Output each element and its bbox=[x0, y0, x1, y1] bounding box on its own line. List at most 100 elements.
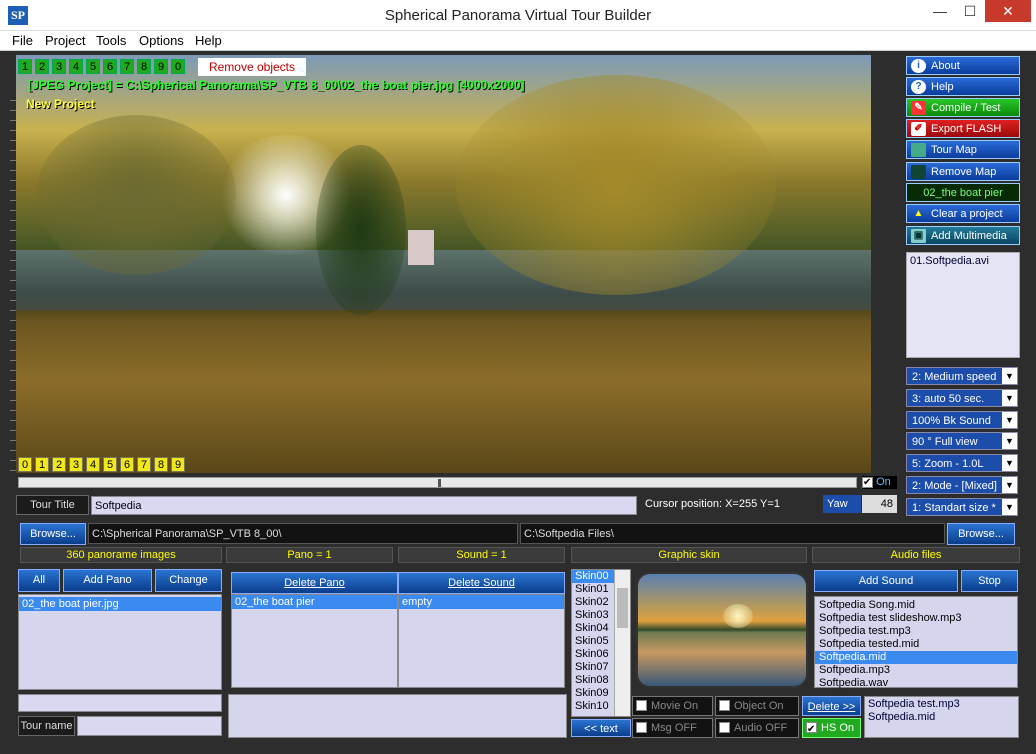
preset-9[interactable]: 9 bbox=[154, 59, 168, 74]
hotspot-6[interactable]: 6 bbox=[120, 457, 134, 472]
hotspot-2[interactable]: 2 bbox=[52, 457, 66, 472]
list-item[interactable]: 02_the boat pier bbox=[232, 595, 397, 609]
all-button[interactable]: All bbox=[18, 569, 60, 592]
auto-select[interactable]: 3: auto 50 sec. ▼ bbox=[906, 389, 1018, 407]
chevron-down-icon[interactable]: ▼ bbox=[1002, 433, 1017, 449]
audio-toggle[interactable]: Audio OFF bbox=[715, 718, 799, 738]
on-checkbox[interactable] bbox=[862, 476, 873, 489]
add-pano-button[interactable]: Add Pano bbox=[63, 569, 152, 592]
object-toggle[interactable]: Object On bbox=[715, 696, 799, 716]
pano-name-input[interactable] bbox=[18, 694, 222, 712]
chevron-down-icon[interactable]: ▼ bbox=[1002, 412, 1017, 428]
add-multimedia-button[interactable]: ▣ Add Multimedia bbox=[906, 226, 1020, 245]
zoom-select[interactable]: 5: Zoom - 1.0L ▼ bbox=[906, 454, 1018, 472]
compile-test-button[interactable]: ✎ Compile / Test bbox=[906, 98, 1020, 117]
hotspot-4[interactable]: 4 bbox=[86, 457, 100, 472]
notes-textarea[interactable] bbox=[228, 694, 567, 738]
pano-list[interactable]: 02_the boat pier.jpg bbox=[18, 594, 222, 690]
hotspot-3[interactable]: 3 bbox=[69, 457, 83, 472]
chevron-down-icon[interactable]: ▼ bbox=[1002, 455, 1017, 471]
speed-select[interactable]: 2: Medium speed ▼ bbox=[906, 367, 1018, 385]
list-item[interactable]: Softpedia.mid bbox=[868, 711, 1015, 724]
preset-5[interactable]: 5 bbox=[86, 59, 100, 74]
delete-hs-button[interactable]: Delete >> bbox=[802, 696, 861, 716]
list-item[interactable]: 02_the boat pier.jpg bbox=[19, 597, 221, 611]
pano-hotspot-list[interactable]: 02_the boat pier bbox=[231, 594, 398, 688]
menu-options[interactable]: Options bbox=[139, 31, 184, 51]
text-button[interactable]: << text bbox=[571, 719, 631, 737]
maximize-button[interactable]: ☐ bbox=[955, 0, 985, 24]
view-select[interactable]: 90 ° Full view ▼ bbox=[906, 432, 1018, 450]
size-select[interactable]: 1: Standart size * ▼ bbox=[906, 498, 1018, 516]
hotspot-9[interactable]: 9 bbox=[171, 457, 185, 472]
remove-objects-button[interactable]: Remove objects bbox=[198, 58, 306, 76]
menu-project[interactable]: Project bbox=[45, 31, 85, 51]
delete-pano-button[interactable]: Delete Pano bbox=[231, 572, 398, 594]
hotspot-7[interactable]: 7 bbox=[137, 457, 151, 472]
panorama-viewer[interactable] bbox=[16, 55, 871, 473]
preset-7[interactable]: 7 bbox=[120, 59, 134, 74]
preset-8[interactable]: 8 bbox=[137, 59, 151, 74]
scroll-thumb[interactable] bbox=[438, 479, 441, 487]
list-item[interactable]: Softpedia.wav bbox=[815, 677, 1017, 690]
change-button[interactable]: Change bbox=[155, 569, 222, 592]
chevron-down-icon[interactable]: ▼ bbox=[1002, 499, 1017, 515]
list-item[interactable]: empty bbox=[399, 595, 564, 609]
list-item[interactable]: Softpedia Song.mid bbox=[815, 599, 1017, 612]
clear-project-button[interactable]: ▲ Clear a project bbox=[906, 204, 1020, 223]
menu-tools[interactable]: Tools bbox=[96, 31, 126, 51]
list-item[interactable]: Softpedia.mp3 bbox=[815, 664, 1017, 677]
tour-name-input[interactable] bbox=[77, 716, 222, 736]
preset-6[interactable]: 6 bbox=[103, 59, 117, 74]
chevron-down-icon[interactable]: ▼ bbox=[1002, 477, 1017, 493]
add-sound-button[interactable]: Add Sound bbox=[814, 570, 958, 592]
chevron-down-icon[interactable]: ▼ bbox=[1002, 368, 1017, 384]
export-flash-button[interactable]: ✐ Export FLASH bbox=[906, 119, 1020, 138]
list-item[interactable]: Softpedia test.mp3 bbox=[815, 625, 1017, 638]
skin-scrollbar[interactable] bbox=[614, 570, 630, 716]
list-item[interactable]: Softpedia.mid bbox=[815, 651, 1017, 664]
menu-help[interactable]: Help bbox=[195, 31, 222, 51]
hotspot-sound-list[interactable]: Softpedia test.mp3 Softpedia.mid bbox=[864, 696, 1019, 738]
sound-assign-list[interactable]: empty bbox=[398, 594, 565, 688]
object-checkbox[interactable] bbox=[719, 700, 730, 711]
browse-audio-button[interactable]: Browse... bbox=[947, 523, 1015, 545]
preset-2[interactable]: 2 bbox=[35, 59, 49, 74]
browse-pano-button[interactable]: Browse... bbox=[20, 523, 86, 545]
movie-toggle[interactable]: Movie On bbox=[632, 696, 713, 716]
hotspot-5[interactable]: 5 bbox=[103, 457, 117, 472]
preset-4[interactable]: 4 bbox=[69, 59, 83, 74]
list-item[interactable]: 01.Softpedia.avi bbox=[910, 255, 1016, 267]
audio-path-field[interactable]: C:\Softpedia Files\ bbox=[520, 523, 945, 544]
pano-scrollbar[interactable] bbox=[18, 477, 857, 488]
sound-list[interactable]: Softpedia Song.mid Softpedia test slides… bbox=[814, 596, 1018, 690]
bk-sound-select[interactable]: 100% Bk Sound ▼ bbox=[906, 411, 1018, 429]
preset-3[interactable]: 3 bbox=[52, 59, 66, 74]
hotspot-0[interactable]: 0 bbox=[18, 457, 32, 472]
preset-1[interactable]: 1 bbox=[18, 59, 32, 74]
movie-checkbox[interactable] bbox=[636, 700, 647, 711]
scroll-thumb[interactable] bbox=[617, 588, 628, 628]
msg-toggle[interactable]: Msg OFF bbox=[632, 718, 713, 738]
list-item[interactable]: Softpedia test.mp3 bbox=[868, 698, 1015, 711]
delete-sound-button[interactable]: Delete Sound bbox=[398, 572, 565, 594]
multimedia-list[interactable]: 01.Softpedia.avi bbox=[906, 252, 1020, 358]
hotspot-8[interactable]: 8 bbox=[154, 457, 168, 472]
tour-map-button[interactable]: Tour Map bbox=[906, 140, 1020, 159]
pano-path-field[interactable]: C:\Spherical Panorama\SP_VTB 8_00\ bbox=[88, 523, 518, 544]
menu-file[interactable]: File bbox=[12, 31, 33, 51]
list-item[interactable]: Softpedia tested.mid bbox=[815, 638, 1017, 651]
chevron-down-icon[interactable]: ▼ bbox=[1002, 390, 1017, 406]
hs-on-toggle[interactable]: HS On bbox=[802, 718, 861, 739]
mode-select[interactable]: 2: Mode - [Mixed] ▼ bbox=[906, 476, 1018, 494]
hs-checkbox[interactable] bbox=[806, 721, 817, 739]
about-button[interactable]: i About bbox=[906, 56, 1020, 75]
stop-button[interactable]: Stop bbox=[961, 570, 1018, 592]
preset-0[interactable]: 0 bbox=[171, 59, 185, 74]
hotspot-1[interactable]: 1 bbox=[35, 457, 49, 472]
audio-checkbox[interactable] bbox=[719, 722, 730, 733]
on-toggle[interactable]: On bbox=[862, 476, 897, 489]
msg-checkbox[interactable] bbox=[636, 722, 647, 733]
minimize-button[interactable]: — bbox=[925, 0, 955, 24]
list-item[interactable]: Softpedia test slideshow.mp3 bbox=[815, 612, 1017, 625]
